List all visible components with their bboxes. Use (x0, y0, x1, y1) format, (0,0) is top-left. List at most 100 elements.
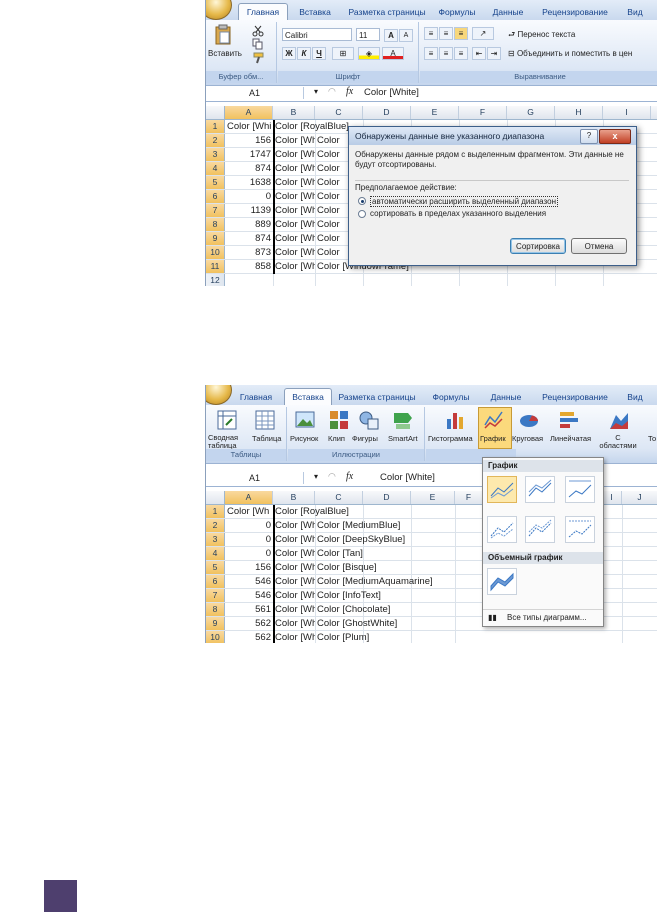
formula-bar-collapse-icon[interactable]: ◠ (328, 86, 336, 97)
tab-data[interactable]: Данные (484, 390, 528, 405)
column-header-h[interactable]: H (555, 106, 603, 119)
cell-b[interactable]: Color [Wh (273, 246, 315, 259)
column-header-g[interactable]: G (507, 106, 555, 119)
cell-a[interactable]: 562 (225, 617, 273, 630)
italic-button[interactable]: К (297, 47, 311, 60)
cell-b[interactable]: Color [Wh (273, 631, 315, 643)
column-header-f[interactable]: F (455, 491, 483, 504)
line-chart-button[interactable]: График (480, 434, 506, 443)
table-button[interactable]: Таблица (252, 434, 281, 443)
expand-selection-label[interactable]: автоматически расширить выделенный диапа… (370, 196, 558, 207)
tab-review[interactable]: Рецензирование (536, 390, 614, 405)
cell-b[interactable]: Color [Wh (273, 190, 315, 203)
cancel-button[interactable]: Отмена (571, 238, 627, 254)
row-header[interactable]: 8 (206, 218, 225, 231)
pivot-table-button[interactable]: Сводная таблица (208, 434, 248, 450)
align-right-button[interactable]: ≡ (454, 47, 468, 60)
cell-c[interactable]: Color (315, 232, 340, 245)
smartart-button[interactable]: SmartArt (388, 434, 418, 443)
row-header[interactable]: 9 (206, 617, 225, 630)
cell-c[interactable]: Color (315, 162, 340, 175)
all-chart-types-item[interactable]: ▮▮ Все типы диаграмм... (483, 609, 603, 626)
cell-a[interactable]: 874 (225, 232, 273, 245)
office-button[interactable] (206, 0, 232, 20)
clip-button[interactable]: Клип (328, 434, 345, 443)
area-chart-icon[interactable] (608, 409, 630, 431)
cell-b[interactable]: Color [Wh (273, 218, 315, 231)
tab-view[interactable]: Вид (620, 390, 650, 405)
tab-page-layout[interactable]: Разметка страницы (336, 390, 418, 405)
shapes-icon[interactable] (358, 409, 380, 431)
shrink-font-button[interactable]: A (399, 29, 413, 42)
smartart-icon[interactable] (392, 409, 414, 431)
cell-b[interactable]: Color [Wh (273, 134, 315, 147)
align-bottom-button[interactable]: ≡ (454, 27, 468, 40)
cell-c[interactable]: Color [Chocolate] (315, 603, 390, 616)
tab-insert[interactable]: Вставка (290, 5, 340, 20)
cell-c[interactable]: Color (315, 176, 340, 189)
table-icon[interactable] (254, 409, 276, 431)
bar-chart-icon[interactable] (558, 409, 580, 431)
pie-chart-button[interactable]: Круговая (512, 434, 543, 443)
font-size-select[interactable]: 11 (356, 28, 380, 41)
column-header-b[interactable]: B (273, 106, 315, 119)
increase-indent-button[interactable]: ⇥ (487, 47, 501, 60)
histogram-button[interactable]: Гистограмма (428, 434, 473, 443)
row-header[interactable]: 4 (206, 547, 225, 560)
column-header-a[interactable]: A (225, 106, 273, 119)
orientation-button[interactable]: ↗ (472, 27, 494, 40)
paste-icon[interactable] (212, 24, 234, 46)
wrap-text-button[interactable]: ⮐ Перенос текста (508, 29, 575, 43)
chart-type-stacked-line-markers[interactable] (525, 516, 555, 543)
cell-c[interactable]: Color [MediumBlue] (315, 519, 400, 532)
tab-formulas[interactable]: Формулы (428, 390, 474, 405)
cell-c[interactable]: Color [Tan] (315, 547, 363, 560)
row-header[interactable]: 3 (206, 148, 225, 161)
name-box[interactable]: A1 (206, 87, 304, 99)
cell-a[interactable]: 562 (225, 631, 273, 643)
cell-a[interactable]: Color [Wh (227, 505, 273, 518)
cell-a[interactable]: 873 (225, 246, 273, 259)
align-top-button[interactable]: ≡ (424, 27, 438, 40)
cell-a[interactable]: 1747 (225, 148, 273, 161)
copy-icon[interactable] (252, 38, 264, 50)
cell-b[interactable]: Color [Wh (273, 589, 315, 602)
cell-c[interactable]: Color (315, 218, 340, 231)
tab-home[interactable]: Главная (238, 3, 288, 21)
cell-c[interactable]: Color [Plum] (315, 631, 369, 643)
underline-button[interactable]: Ч (312, 47, 326, 60)
cell-c[interactable]: Color (315, 246, 340, 259)
expand-selection-radio[interactable] (358, 197, 366, 205)
cell-b[interactable]: Color [Wh (273, 575, 315, 588)
bold-button[interactable]: Ж (282, 47, 296, 60)
decrease-indent-button[interactable]: ⇤ (472, 47, 486, 60)
cell-a[interactable]: 0 (225, 533, 273, 546)
cell-a[interactable]: 874 (225, 162, 273, 175)
column-chart-icon[interactable] (444, 409, 466, 431)
cell-c[interactable]: Color [MediumAquamarine] (315, 575, 433, 588)
column-header-j[interactable]: J (622, 491, 657, 504)
row-header[interactable]: 10 (206, 631, 225, 643)
area-chart-button[interactable]: С областями (596, 434, 640, 450)
pie-chart-icon[interactable] (518, 409, 540, 431)
align-left-button[interactable]: ≡ (424, 47, 438, 60)
cell-a[interactable]: 0 (225, 190, 273, 203)
row-header[interactable]: 1 (206, 120, 225, 133)
cell-c[interactable]: Color (315, 148, 340, 161)
cell-a[interactable]: 0 (225, 519, 273, 532)
formula-input[interactable]: Color [White] (380, 471, 435, 485)
tab-insert[interactable]: Вставка (284, 388, 332, 406)
sort-button[interactable]: Сортировка (510, 238, 566, 254)
row-header[interactable]: 9 (206, 232, 225, 245)
tab-data[interactable]: Данные (486, 5, 530, 20)
more-charts-button[interactable]: То (648, 434, 656, 443)
tab-home[interactable]: Главная (232, 390, 280, 405)
chart-type-100-line[interactable] (565, 476, 595, 503)
tab-page-layout[interactable]: Разметка страницы (346, 5, 428, 20)
row-header[interactable]: 6 (206, 575, 225, 588)
row-header[interactable]: 12 (206, 274, 225, 286)
tab-formulas[interactable]: Формулы (434, 5, 480, 20)
row-header[interactable]: 7 (206, 204, 225, 217)
row-header[interactable]: 1 (206, 505, 225, 518)
row-header[interactable]: 4 (206, 162, 225, 175)
